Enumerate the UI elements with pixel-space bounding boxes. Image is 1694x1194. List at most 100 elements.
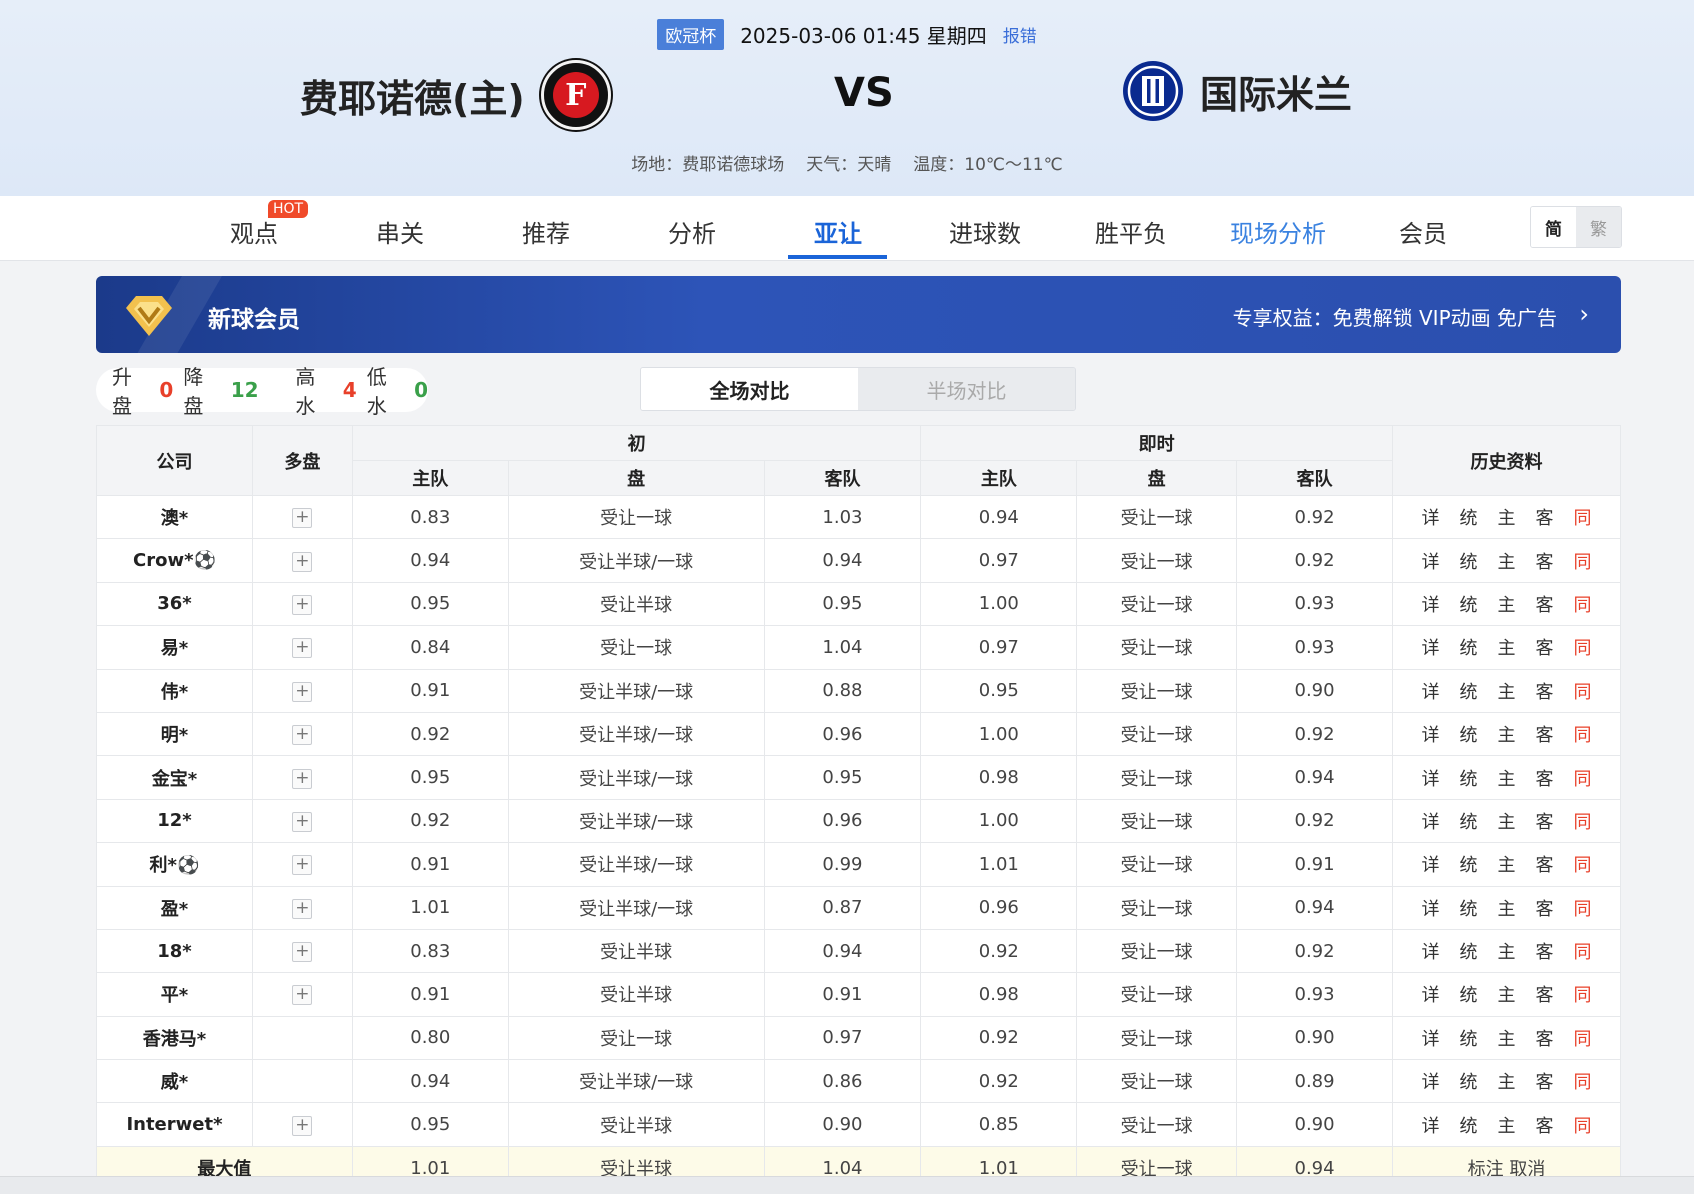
- history-link[interactable]: 客: [1535, 721, 1553, 747]
- tab-recommend[interactable]: 推荐: [522, 214, 570, 249]
- history-link[interactable]: 主: [1497, 895, 1515, 921]
- tab-live-analysis[interactable]: 现场分析: [1230, 214, 1326, 249]
- company-name[interactable]: 利*⚽: [96, 842, 253, 887]
- history-link[interactable]: 详: [1421, 1112, 1439, 1138]
- company-name[interactable]: Interwet*: [96, 1102, 253, 1147]
- history-link[interactable]: 统: [1459, 938, 1477, 964]
- history-link[interactable]: 主: [1497, 851, 1515, 877]
- history-link[interactable]: 统: [1459, 721, 1477, 747]
- history-link[interactable]: 客: [1535, 808, 1553, 834]
- history-link[interactable]: 详: [1421, 634, 1439, 660]
- history-link[interactable]: 客: [1535, 548, 1553, 574]
- history-link[interactable]: 详: [1421, 548, 1439, 574]
- company-name[interactable]: 36*: [96, 581, 253, 627]
- history-link[interactable]: 主: [1497, 1112, 1515, 1138]
- history-link[interactable]: 详: [1421, 591, 1439, 617]
- history-link[interactable]: 主: [1497, 808, 1515, 834]
- tab-analysis[interactable]: 分析: [668, 214, 716, 249]
- history-link[interactable]: 详: [1421, 895, 1439, 921]
- company-name[interactable]: 平*: [96, 972, 253, 1017]
- history-link[interactable]: 详: [1421, 938, 1439, 964]
- company-name[interactable]: 明*: [96, 711, 253, 757]
- history-link[interactable]: 客: [1535, 938, 1553, 964]
- history-link[interactable]: 主: [1497, 765, 1515, 791]
- history-link[interactable]: 详: [1421, 765, 1439, 791]
- history-link[interactable]: 客: [1535, 981, 1553, 1007]
- history-link[interactable]: 同: [1573, 981, 1591, 1007]
- expand-plus-icon[interactable]: +: [292, 638, 313, 659]
- history-link[interactable]: 统: [1459, 1112, 1477, 1138]
- history-link[interactable]: 客: [1535, 634, 1553, 660]
- history-link[interactable]: 同: [1573, 895, 1591, 921]
- expand-plus-icon[interactable]: +: [292, 985, 313, 1006]
- competition-badge[interactable]: 欧冠杯: [657, 19, 725, 50]
- company-name[interactable]: 伟*: [96, 668, 253, 713]
- expand-plus-icon[interactable]: +: [292, 942, 313, 963]
- history-link[interactable]: 客: [1535, 851, 1553, 877]
- history-link[interactable]: 客: [1535, 591, 1553, 617]
- expand-plus-icon[interactable]: +: [292, 768, 313, 789]
- history-link[interactable]: 同: [1573, 591, 1591, 617]
- history-link[interactable]: 同: [1573, 938, 1591, 964]
- history-link[interactable]: 统: [1459, 504, 1477, 530]
- history-link[interactable]: 详: [1421, 721, 1439, 747]
- history-link[interactable]: 客: [1535, 1112, 1553, 1138]
- history-link[interactable]: 同: [1573, 678, 1591, 704]
- expand-plus-icon[interactable]: +: [292, 725, 313, 746]
- home-team[interactable]: 费耶诺德(主) F: [300, 60, 611, 130]
- company-name[interactable]: 威*: [96, 1059, 253, 1104]
- horizontal-scrollbar[interactable]: [0, 1176, 1694, 1194]
- history-link[interactable]: 主: [1497, 504, 1515, 530]
- tab-total-goals[interactable]: 进球数: [949, 214, 1021, 249]
- history-link[interactable]: 详: [1421, 851, 1439, 877]
- away-team[interactable]: 国际米兰: [1122, 60, 1352, 122]
- tab-membership[interactable]: 会员: [1399, 214, 1447, 249]
- tab-1x2[interactable]: 胜平负: [1095, 214, 1167, 249]
- vip-banner[interactable]: 新球会员 专享权益：免费解锁 VIP动画 免广告 ›: [96, 276, 1621, 353]
- history-link[interactable]: 统: [1459, 895, 1477, 921]
- history-link[interactable]: 主: [1497, 591, 1515, 617]
- tab-parlay[interactable]: 串关: [376, 214, 424, 249]
- history-link[interactable]: 主: [1497, 548, 1515, 574]
- history-link[interactable]: 同: [1573, 765, 1591, 791]
- report-error-link[interactable]: 报错: [1003, 22, 1037, 47]
- company-name[interactable]: 金宝*: [96, 755, 253, 800]
- history-link[interactable]: 同: [1573, 808, 1591, 834]
- history-link[interactable]: 主: [1497, 938, 1515, 964]
- history-link[interactable]: 统: [1459, 808, 1477, 834]
- history-link[interactable]: 同: [1573, 1112, 1591, 1138]
- history-link[interactable]: 主: [1497, 981, 1515, 1007]
- history-link[interactable]: 详: [1421, 981, 1439, 1007]
- history-link[interactable]: 客: [1535, 504, 1553, 530]
- company-name[interactable]: Crow*⚽: [96, 538, 253, 583]
- history-link[interactable]: 主: [1497, 1025, 1515, 1051]
- history-link[interactable]: 同: [1573, 1068, 1591, 1094]
- expand-plus-icon[interactable]: +: [292, 551, 313, 572]
- history-link[interactable]: 客: [1535, 895, 1553, 921]
- company-name[interactable]: 香港马*: [96, 1015, 253, 1061]
- history-link[interactable]: 详: [1421, 504, 1439, 530]
- simplified-chinese-button[interactable]: 简: [1531, 207, 1576, 247]
- history-link[interactable]: 客: [1535, 765, 1553, 791]
- history-link[interactable]: 主: [1497, 678, 1515, 704]
- company-name[interactable]: 12*: [96, 798, 253, 844]
- tab-asian-handicap[interactable]: 亚让: [814, 214, 862, 249]
- history-link[interactable]: 主: [1497, 634, 1515, 660]
- history-link[interactable]: 详: [1421, 1068, 1439, 1094]
- full-match-compare-button[interactable]: 全场对比: [641, 368, 858, 410]
- history-link[interactable]: 统: [1459, 851, 1477, 877]
- history-link[interactable]: 同: [1573, 634, 1591, 660]
- history-link[interactable]: 客: [1535, 1068, 1553, 1094]
- history-link[interactable]: 统: [1459, 591, 1477, 617]
- history-link[interactable]: 客: [1535, 678, 1553, 704]
- history-link[interactable]: 主: [1497, 1068, 1515, 1094]
- history-link[interactable]: 详: [1421, 1025, 1439, 1051]
- company-name[interactable]: 易*: [96, 625, 253, 670]
- history-link[interactable]: 同: [1573, 548, 1591, 574]
- company-name[interactable]: 18*: [96, 928, 253, 974]
- expand-plus-icon[interactable]: +: [292, 855, 313, 876]
- expand-plus-icon[interactable]: +: [292, 811, 313, 832]
- company-name[interactable]: 澳*: [96, 494, 253, 540]
- history-link[interactable]: 同: [1573, 851, 1591, 877]
- history-link[interactable]: 详: [1421, 678, 1439, 704]
